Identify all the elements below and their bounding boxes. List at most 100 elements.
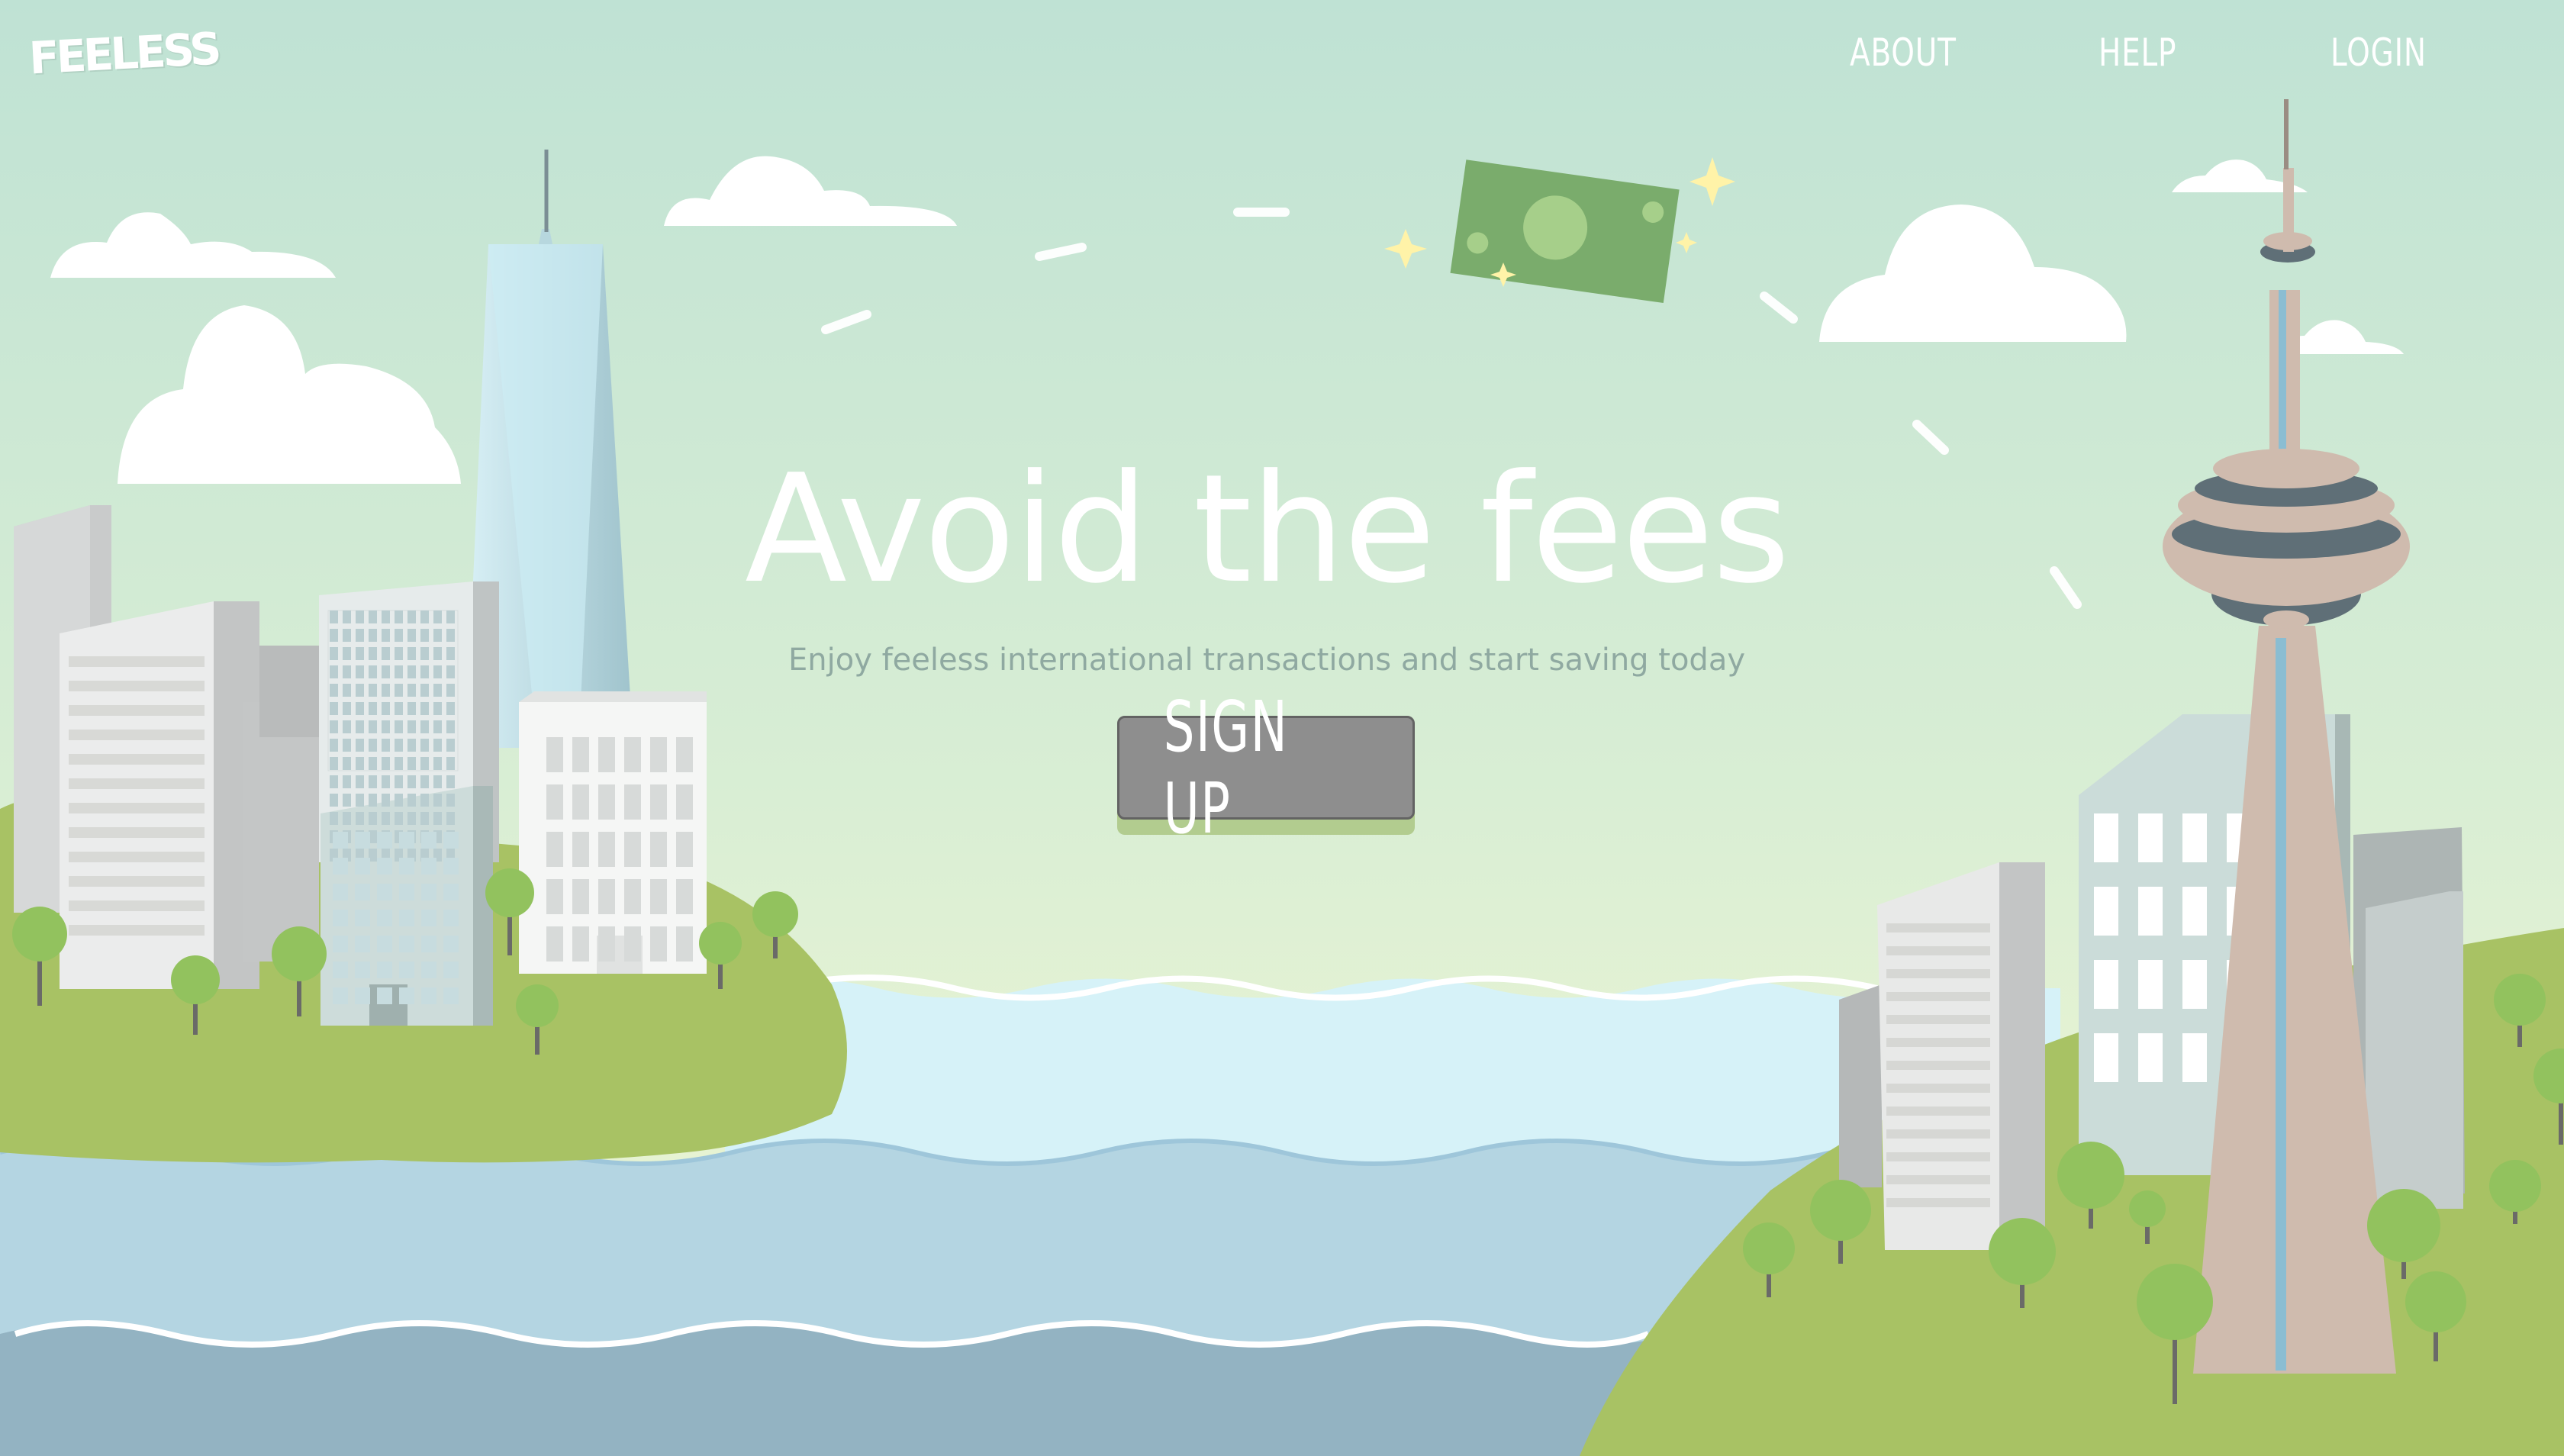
window [443,884,459,900]
window [2182,813,2207,862]
window [377,832,392,849]
window [421,910,436,926]
window [598,926,615,962]
window [420,812,429,825]
window [421,936,436,952]
window [330,702,338,715]
window [407,775,416,788]
window [446,702,455,715]
window [407,739,416,752]
window [443,832,459,849]
window [395,812,403,825]
window [355,858,370,875]
window [395,629,403,642]
window [572,784,589,820]
window [330,812,338,825]
window [2138,960,2163,1009]
window [443,987,459,1004]
hero-subtitle: Enjoy feeless international transactions… [788,643,1746,678]
nav-login-link[interactable]: LOGIN [2330,31,2427,75]
window [446,812,455,825]
window [546,737,563,772]
window [377,962,392,978]
window [421,987,436,1004]
window [356,794,364,807]
window [343,720,351,733]
window [446,629,455,642]
window [355,987,370,1004]
window [433,775,442,788]
window [355,936,370,952]
window [407,629,416,642]
window [420,720,429,733]
window [330,629,338,642]
window [382,739,390,752]
window [433,757,442,770]
signup-button[interactable]: SIGN UP [1117,686,1415,849]
window [369,812,377,825]
window [333,962,348,978]
window [572,737,589,772]
window [395,702,403,715]
nav-about-link[interactable]: ABOUT [1850,31,1957,75]
window [443,910,459,926]
window [355,910,370,926]
window [330,739,338,752]
window [369,739,377,752]
window [399,884,414,900]
window [382,720,390,733]
window [421,858,436,875]
window [2094,960,2118,1009]
window [420,629,429,642]
window [2094,813,2118,862]
window [399,832,414,849]
window [676,926,693,962]
window [2138,887,2163,936]
window [446,684,455,697]
window [446,739,455,752]
window [624,784,641,820]
window [399,987,414,1004]
window [343,702,351,715]
landing-page: FEELESS ABOUT HELP LOGIN Avoid the fees … [0,0,2564,1456]
window [395,739,403,752]
brand-logo[interactable]: FEELESS [27,23,220,85]
window [2182,960,2207,1009]
window [377,858,392,875]
window [395,684,403,697]
window [399,962,414,978]
window [356,629,364,642]
window [355,962,370,978]
window [355,884,370,900]
nav-help-link[interactable]: HELP [2099,31,2176,75]
window [650,737,667,772]
window [598,784,615,820]
window [446,794,455,807]
window [382,702,390,715]
window [546,784,563,820]
window [369,775,377,788]
window [546,879,563,914]
window [433,684,442,697]
window [433,720,442,733]
window [421,832,436,849]
window [650,832,667,867]
window [395,720,403,733]
window [624,926,641,962]
window [369,720,377,733]
window [382,812,390,825]
window [333,858,348,875]
window [369,629,377,642]
window [2094,887,2118,936]
window [572,832,589,867]
window [330,720,338,733]
window [420,684,429,697]
window [624,737,641,772]
window [446,757,455,770]
window [446,720,455,733]
window [395,775,403,788]
window [624,832,641,867]
window [330,757,338,770]
window [572,879,589,914]
window [2094,1033,2118,1082]
